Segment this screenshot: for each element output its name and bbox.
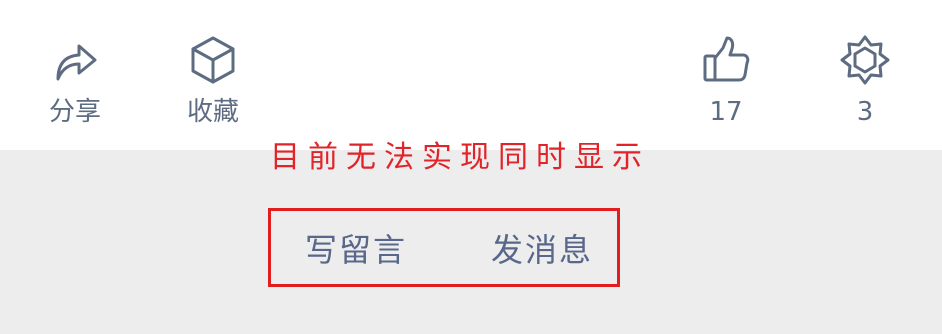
share-arrow-icon bbox=[49, 34, 101, 86]
article-action-bar: 分享 收藏 17 3 bbox=[0, 0, 942, 150]
share-button[interactable]: 分享 bbox=[20, 34, 130, 128]
thumbs-up-icon bbox=[700, 34, 752, 86]
share-label: 分享 bbox=[48, 97, 101, 127]
like-button[interactable]: 17 bbox=[671, 34, 781, 128]
praise-count: 3 bbox=[856, 97, 874, 127]
star-badge-icon bbox=[839, 34, 891, 86]
praise-button[interactable]: 3 bbox=[810, 34, 920, 128]
cube-icon bbox=[187, 34, 239, 86]
annotation-text: 目前无法实现同时显示 bbox=[270, 140, 650, 175]
collect-button[interactable]: 收藏 bbox=[158, 34, 268, 128]
collect-label: 收藏 bbox=[186, 97, 239, 127]
send-message-button[interactable]: 发消息 bbox=[491, 228, 593, 272]
write-comment-button[interactable]: 写留言 bbox=[305, 228, 407, 272]
like-count: 17 bbox=[709, 97, 743, 127]
